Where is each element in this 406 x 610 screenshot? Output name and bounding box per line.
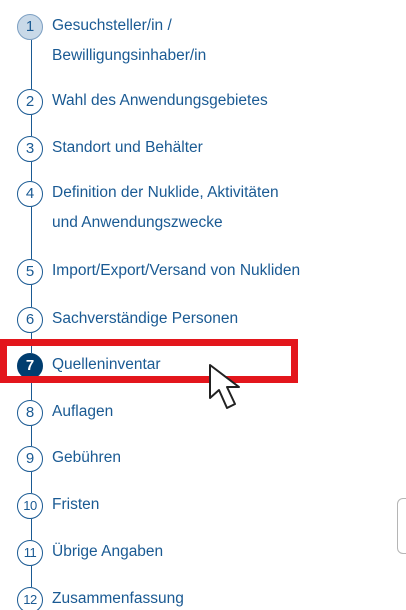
step-connector bbox=[31, 207, 32, 259]
step-label-line: Bewilligungsinhaber/in bbox=[52, 47, 207, 64]
step-connector bbox=[31, 472, 32, 493]
step-connector bbox=[31, 40, 32, 89]
step-number[interactable]: 5 bbox=[17, 259, 43, 285]
step-label-line: Standort und Behälter bbox=[52, 139, 203, 156]
step-label-line: Zusammenfassung bbox=[52, 590, 184, 607]
step-label-line: und Anwendungszwecke bbox=[52, 214, 223, 231]
wizard-stepper: 1 Gesuchsteller/in / Bewilligungsinhaber/i… bbox=[0, 0, 406, 610]
step-number[interactable]: 4 bbox=[17, 181, 43, 207]
step-connector bbox=[31, 115, 32, 136]
step-label[interactable]: Wahl des Anwendungsgebietes bbox=[52, 86, 268, 116]
step-number[interactable]: 10 bbox=[17, 493, 43, 519]
step-connector bbox=[31, 162, 32, 181]
step-label-line: Gebühren bbox=[52, 449, 121, 466]
step-number[interactable]: 9 bbox=[17, 446, 43, 472]
step-label-line: Fristen bbox=[52, 496, 100, 513]
step-label-line: Gesuchsteller/in / bbox=[52, 17, 172, 34]
step-number[interactable]: 11 bbox=[17, 540, 43, 566]
step-connector bbox=[31, 566, 32, 587]
step-number[interactable]: 6 bbox=[17, 307, 43, 333]
step-number[interactable]: 3 bbox=[17, 136, 43, 162]
step-number[interactable]: 1 bbox=[17, 14, 43, 40]
step-connector bbox=[31, 519, 32, 540]
step-label[interactable]: Gebühren bbox=[52, 443, 121, 473]
step-label[interactable]: Zusammenfassung bbox=[52, 584, 184, 610]
step-label[interactable]: Standort und Behälter bbox=[52, 133, 203, 163]
step-connector bbox=[31, 426, 32, 446]
step-label[interactable]: Fristen bbox=[52, 490, 99, 520]
step-label-line: Sachverständige Personen bbox=[52, 310, 239, 327]
step-label-line: Definition der Nuklide, Aktivitäten bbox=[52, 184, 279, 201]
step-label[interactable]: Übrige Angaben bbox=[52, 537, 163, 567]
step-label[interactable]: Sachverständige Personen bbox=[52, 304, 238, 334]
step-label-line: Wahl des Anwendungsgebietes bbox=[52, 92, 268, 109]
step-number[interactable]: 12 bbox=[17, 587, 43, 610]
step-number[interactable]: 8 bbox=[17, 400, 43, 426]
step-label[interactable]: Auflagen bbox=[52, 397, 113, 427]
step-label[interactable]: Import/Export/Versand von Nukliden bbox=[52, 256, 300, 286]
step-label[interactable]: Gesuchsteller/in / Bewilligungsinhaber/in bbox=[52, 11, 206, 71]
step-number[interactable]: 2 bbox=[17, 89, 43, 115]
step-label[interactable]: Definition der Nuklide, Aktivitäten und A… bbox=[52, 178, 279, 238]
step-connector bbox=[31, 285, 32, 307]
mouse-pointer-icon bbox=[209, 364, 240, 409]
step-label-line: Import/Export/Versand von Nukliden bbox=[52, 262, 301, 279]
step-label-line: Übrige Angaben bbox=[52, 543, 164, 560]
dialog-edge bbox=[397, 498, 406, 554]
step-label-line: Auflagen bbox=[52, 403, 114, 420]
current-step-highlight bbox=[0, 339, 298, 383]
